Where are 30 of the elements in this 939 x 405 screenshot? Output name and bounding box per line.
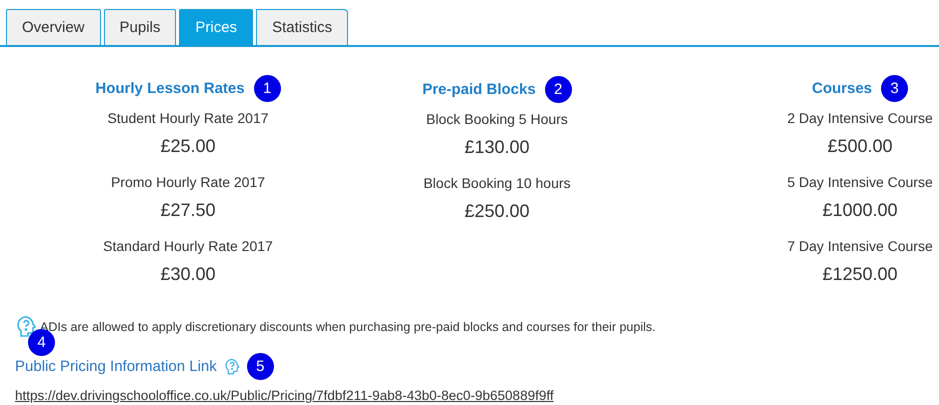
price-value: £1000.00	[822, 199, 898, 222]
number-marker: 1	[254, 75, 281, 102]
number-marker: 2	[544, 76, 572, 102]
tab[interactable]: Statistics	[256, 9, 348, 45]
pricing-link[interactable]: https://dev.drivingschooloffice.co.uk/Public/Pricing/7fdbf211-9ab8-43b0-8ec0-9b650889f9ff	[15, 388, 939, 403]
price-value: £500.00	[827, 135, 893, 158]
price-value: £27.50	[160, 199, 216, 222]
tab[interactable]: Pupils	[104, 9, 176, 45]
section-heading: Courses	[812, 80, 872, 97]
price-label: Promo Hourly Rate 2017	[110, 173, 266, 192]
price-value: £250.00	[464, 200, 530, 223]
help-icon	[14, 315, 38, 339]
number-marker: 5	[246, 353, 274, 380]
price-label: Block Booking 10 hours	[423, 174, 571, 193]
price-label: Student Hourly Rate 2017	[107, 109, 269, 128]
tab[interactable]: Overview	[6, 9, 101, 45]
price-label: Block Booking 5 Hours	[426, 110, 568, 129]
link-title: Public Pricing Information Link	[15, 358, 217, 375]
price-label: 7 Day Intensive Course	[787, 237, 933, 256]
section-heading: Pre-paid Blocks	[422, 80, 536, 98]
section-heading: Hourly Lesson Rates	[95, 80, 245, 97]
price-value: £130.00	[464, 136, 530, 159]
price-value: £25.00	[160, 135, 216, 158]
price-value: £1250.00	[822, 263, 898, 286]
price-value: £30.00	[160, 263, 216, 286]
help-icon	[222, 358, 241, 376]
price-label: 2 Day Intensive Course	[787, 109, 933, 128]
number-marker: 3	[881, 75, 908, 102]
price-label: 5 Day Intensive Course	[787, 173, 933, 192]
price-label: Standard Hourly Rate 2017	[103, 237, 273, 256]
